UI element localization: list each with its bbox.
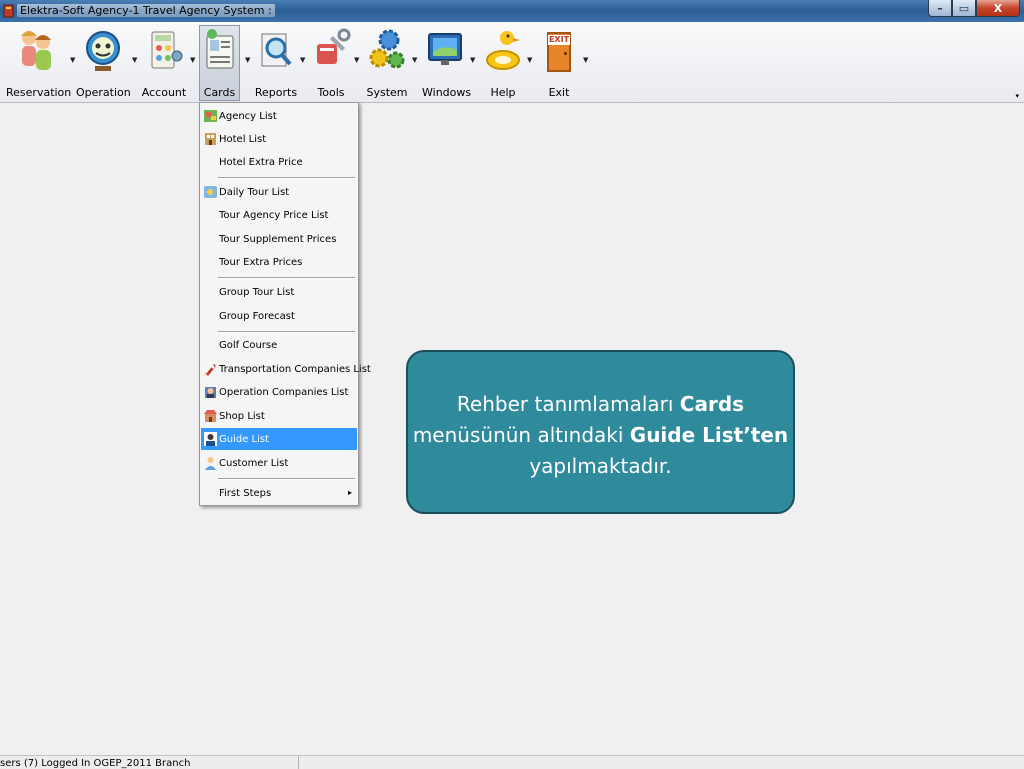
toolbar-windows[interactable]: Windows ▼ xyxy=(422,26,475,100)
menu-item-daily-tour-list[interactable]: Daily Tour List xyxy=(201,181,357,203)
app-icon xyxy=(3,4,14,18)
menu-item-tour-supplement-prices[interactable]: Tour Supplement Prices xyxy=(201,228,357,250)
rocket-icon xyxy=(204,364,216,376)
status-divider xyxy=(298,756,299,769)
menu-item-agency-list[interactable]: Agency List xyxy=(201,105,357,127)
menu-separator xyxy=(218,478,355,480)
chevron-down-icon[interactable]: ▼ xyxy=(354,56,359,64)
toolbar-tools[interactable]: Tools ▼ xyxy=(310,26,359,100)
chevron-down-icon[interactable]: ▼ xyxy=(132,56,137,64)
chevron-down-icon[interactable]: ▼ xyxy=(70,56,75,64)
cards-menu: Agency List Hotel List Hotel Extra Price… xyxy=(199,102,371,506)
globe-clock-icon xyxy=(86,31,120,71)
toolbar-help-label: Help xyxy=(490,86,516,99)
shop-icon xyxy=(204,410,217,422)
maximize-button[interactable]: ▭ xyxy=(952,0,976,17)
main-toolbar: Reservation ▼ Operation ▼ Account ▼ Card… xyxy=(0,22,1024,103)
toolbar-cards[interactable]: Cards xyxy=(199,25,240,101)
callout-text-1: Rehber tanımlamaları xyxy=(456,392,680,416)
hotel-icon xyxy=(205,133,216,145)
title-bar[interactable]: Elektra-Soft Agency-1 Travel Agency Syst… xyxy=(0,0,1024,22)
map-icon xyxy=(204,110,217,122)
chevron-down-icon[interactable]: ▼ xyxy=(527,56,532,64)
toolbar-operation[interactable]: Operation ▼ xyxy=(76,26,137,100)
guide-icon xyxy=(204,432,217,446)
address-card-icon xyxy=(206,29,234,69)
calculator-icon xyxy=(151,31,183,69)
chevron-down-icon[interactable]: ▼ xyxy=(190,56,195,64)
toolbar-tools-label: Tools xyxy=(317,86,345,99)
chevron-down-icon[interactable]: ▼ xyxy=(412,56,417,64)
people-icon xyxy=(21,31,51,70)
toolbar-account[interactable]: Account ▼ xyxy=(140,26,195,100)
menu-item-operation-companies-list[interactable]: Operation Companies List xyxy=(201,381,357,403)
menu-item-tour-agency-price-list[interactable]: Tour Agency Price List xyxy=(201,204,357,226)
instruction-callout: Rehber tanımlamaları Cards menüsünün alt… xyxy=(406,350,795,514)
exit-door-icon: EXIT xyxy=(539,26,579,74)
menu-item-tour-extra-prices[interactable]: Tour Extra Prices xyxy=(201,251,357,273)
building-icon xyxy=(205,387,216,398)
toolbar-operation-label: Operation xyxy=(76,86,131,99)
chevron-down-icon[interactable]: ▼ xyxy=(470,56,475,64)
menu-separator xyxy=(218,177,355,179)
window-title: Elektra-Soft Agency-1 Travel Agency Syst… xyxy=(17,4,275,17)
toolbar-reports[interactable]: Reports ▼ xyxy=(254,26,305,100)
lifebuoy-duck-icon xyxy=(486,31,520,70)
magnifier-report-icon xyxy=(261,33,292,67)
toolbar-overflow-icon[interactable]: ▾ xyxy=(1015,92,1019,100)
chevron-down-icon[interactable]: ▼ xyxy=(300,56,305,64)
callout-bold-guide: Guide List’ten xyxy=(629,423,789,447)
chevron-down-icon[interactable]: ▼ xyxy=(245,56,250,64)
toolbar-reservation-label: Reservation xyxy=(6,86,72,99)
tour-icon xyxy=(204,186,217,198)
toolbar-help[interactable]: Help ▼ xyxy=(482,26,532,100)
menu-item-group-forecast[interactable]: Group Forecast xyxy=(201,305,357,327)
menu-item-guide-list[interactable]: Guide List xyxy=(201,428,357,450)
toolbar-reports-label: Reports xyxy=(254,86,298,99)
menu-item-group-tour-list[interactable]: Group Tour List xyxy=(201,281,357,303)
callout-bold-cards: Cards xyxy=(679,392,745,416)
menu-item-hotel-list[interactable]: Hotel List xyxy=(201,128,357,150)
toolbar-system-label: System xyxy=(366,86,408,99)
menu-item-customer-list[interactable]: Customer List xyxy=(201,452,357,474)
toolbar-system[interactable]: System ▼ xyxy=(364,26,417,100)
chevron-right-icon: ▸ xyxy=(347,488,352,497)
menu-item-hotel-extra-price[interactable]: Hotel Extra Price xyxy=(201,151,357,173)
exit-sign: EXIT xyxy=(548,35,570,45)
toolbar-reservation[interactable]: Reservation ▼ xyxy=(6,26,75,100)
menu-item-transportation-companies-list[interactable]: Transportation Companies List xyxy=(201,358,371,380)
menu-item-shop-list[interactable]: Shop List xyxy=(201,405,357,427)
toolbar-cards-label: Cards xyxy=(203,86,236,99)
callout-text-3: yapılmaktadır. xyxy=(529,454,672,478)
menu-separator xyxy=(218,331,355,333)
tools-icon xyxy=(317,28,351,64)
minimize-button[interactable]: – xyxy=(928,0,952,17)
chevron-down-icon[interactable]: ▼ xyxy=(583,56,588,64)
status-bar: sers (7) Logged In OGEP_2011 Branch xyxy=(0,755,1024,769)
toolbar-exit-label: Exit xyxy=(548,86,570,99)
monitor-icon xyxy=(428,33,462,65)
status-text: sers (7) Logged In OGEP_2011 Branch xyxy=(0,758,191,769)
toolbar-exit[interactable]: EXIT Exit ▼ xyxy=(538,26,588,100)
menu-separator xyxy=(218,277,355,279)
customer-icon xyxy=(205,457,216,470)
toolbar-account-label: Account xyxy=(141,86,187,99)
callout-text-2: menüsünün altındaki xyxy=(412,423,630,447)
close-button[interactable]: X xyxy=(976,0,1020,17)
toolbar-cards-dropdown[interactable]: ▼ xyxy=(241,26,253,100)
window-controls: – ▭ X xyxy=(928,0,1020,18)
gears-icon xyxy=(369,29,405,69)
toolbar-windows-label: Windows xyxy=(422,86,472,99)
menu-item-golf-course[interactable]: Golf Course xyxy=(201,334,357,356)
menu-item-first-steps[interactable]: First Steps ▸ xyxy=(201,482,357,504)
